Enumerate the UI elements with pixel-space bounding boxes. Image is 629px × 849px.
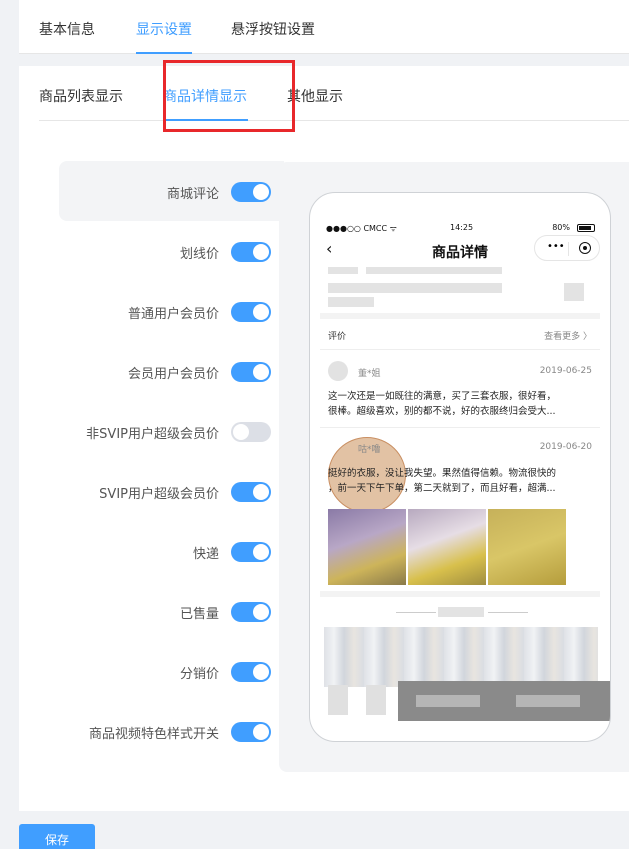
review-text-line: 很棒。超级喜欢，别的都不说，好的衣服终归会受大... xyxy=(328,406,556,417)
review-date: 2019-06-25 xyxy=(539,366,592,376)
non-svip-price-switch[interactable] xyxy=(231,422,271,442)
battery-icon xyxy=(577,224,595,232)
strikethrough-price-switch[interactable] xyxy=(231,242,271,262)
bottom-action-bar xyxy=(398,681,610,721)
review-divider xyxy=(320,349,600,350)
page: 基本信息 显示设置 悬浮按钮设置 商品列表显示 商品详情显示 其他显示 商城评论… xyxy=(0,0,629,849)
placeholder-bar xyxy=(328,297,374,307)
review-text-line: 挺好的衣服，没让我失望。果然值得信赖。物流很快的 xyxy=(328,468,557,479)
avatar xyxy=(328,361,348,381)
review-text-line: 这一次还是一如既往的满意，买了三套衣服，很好看， xyxy=(328,391,557,402)
review-photo xyxy=(488,509,566,585)
video-style-switch[interactable] xyxy=(231,722,271,742)
setting-label: 已售量 xyxy=(179,607,219,622)
sold-count-switch[interactable] xyxy=(231,602,271,622)
setting-video-style: 商品视频特色样式开关 xyxy=(59,720,271,744)
setting-svip-price: SVIP用户超级会员价 xyxy=(59,480,271,504)
review-user-name: 咕*噜 xyxy=(358,445,381,455)
subtab-other[interactable]: 其他显示 xyxy=(287,86,343,106)
setting-label: 分销价 xyxy=(179,667,219,682)
phone-preview: ●●●○○ CMCC ᯤ 14:25 80% ‹ 商品详情 ••• 评价 查看更… xyxy=(309,192,611,742)
review-text-line: ，前一天下午下单，第二天就到了，而且好看，超满... xyxy=(328,483,556,494)
subtab-product-list[interactable]: 商品列表显示 xyxy=(39,86,123,106)
save-button[interactable]: 保存 xyxy=(19,824,95,849)
recommend-line-right xyxy=(488,612,528,613)
setting-express: 快递 xyxy=(59,540,271,564)
setting-mall-review: 商城评论 xyxy=(59,180,271,204)
bottom-icon-placeholder xyxy=(328,685,348,715)
normal-member-price-switch[interactable] xyxy=(231,302,271,322)
add-cart-placeholder xyxy=(416,695,480,707)
tab-display-settings[interactable]: 显示设置 xyxy=(136,19,192,39)
placeholder-bar xyxy=(438,607,484,617)
setting-label: 商城评论 xyxy=(166,187,219,202)
setting-non-svip-price: 非SVIP用户超级会员价 xyxy=(59,420,271,444)
setting-label: 划线价 xyxy=(179,247,219,262)
review-photo xyxy=(328,509,406,585)
express-switch[interactable] xyxy=(231,542,271,562)
review-divider xyxy=(320,427,600,428)
review-date: 2019-06-20 xyxy=(539,442,592,452)
placeholder-bar xyxy=(328,267,358,274)
recommend-line-left xyxy=(396,612,436,613)
setting-sold-count: 已售量 xyxy=(59,600,271,624)
section-divider xyxy=(320,591,600,597)
setting-label: SVIP用户超级会员价 xyxy=(99,487,219,502)
battery-percent: 80% xyxy=(552,223,570,232)
blurred-product-strip xyxy=(324,627,598,687)
setting-strikethrough-price: 划线价 xyxy=(59,240,271,264)
tab-basic-info[interactable]: 基本信息 xyxy=(39,19,95,39)
active-tab-indicator xyxy=(136,52,192,54)
review-user-name: 董*姐 xyxy=(358,369,381,379)
clock: 14:25 xyxy=(450,223,474,232)
placeholder-bar xyxy=(328,283,502,293)
more-icon: ••• xyxy=(547,241,565,252)
review-more-link: 查看更多 〉 xyxy=(544,332,592,342)
section-divider xyxy=(320,313,600,319)
sub-tab-bar: 商品列表显示 商品详情显示 其他显示 xyxy=(39,60,629,132)
setting-label: 会员用户会员价 xyxy=(127,367,219,382)
setting-label: 普通用户会员价 xyxy=(127,307,219,322)
top-tab-bar: 基本信息 显示设置 悬浮按钮设置 xyxy=(19,0,629,54)
review-header: 评价 xyxy=(328,332,347,342)
carrier-signal: ●●●○○ CMCC ᯤ xyxy=(326,224,397,233)
bottom-icon-placeholder xyxy=(366,685,386,715)
review-photo xyxy=(408,509,486,585)
setting-label: 快递 xyxy=(192,547,219,562)
distribution-price-switch[interactable] xyxy=(231,662,271,682)
placeholder-bar xyxy=(366,267,502,274)
close-target-icon xyxy=(579,242,591,254)
setting-distribution-price: 分销价 xyxy=(59,660,271,684)
mall-review-switch[interactable] xyxy=(231,182,271,202)
member-price-switch[interactable] xyxy=(231,362,271,382)
buy-now-placeholder xyxy=(516,695,580,707)
setting-label: 非SVIP用户超级会员价 xyxy=(86,427,219,442)
setting-member-price: 会员用户会员价 xyxy=(59,360,271,384)
placeholder-block xyxy=(564,283,584,301)
setting-normal-member-price: 普通用户会员价 xyxy=(59,300,271,324)
svip-price-switch[interactable] xyxy=(231,482,271,502)
highlight-box xyxy=(163,60,295,132)
miniprogram-capsule: ••• xyxy=(534,235,600,261)
setting-label: 商品视频特色样式开关 xyxy=(88,727,219,742)
tab-floating-button-settings[interactable]: 悬浮按钮设置 xyxy=(231,19,315,39)
